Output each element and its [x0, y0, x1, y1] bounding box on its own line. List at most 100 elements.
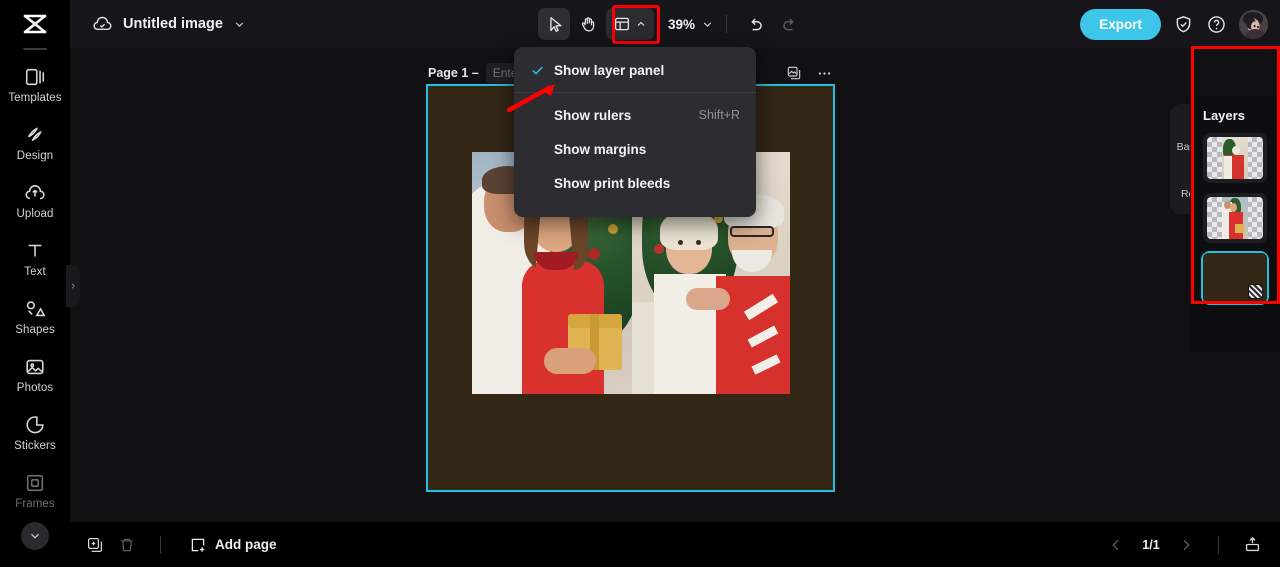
menu-item-show-rulers[interactable]: Show rulers Shift+R — [514, 98, 756, 132]
layers-panel: Layers — [1190, 96, 1280, 352]
bottom-left-actions: Add page — [86, 535, 277, 554]
eyeglasses — [730, 226, 774, 237]
sidebar-item-upload[interactable]: Upload — [0, 172, 70, 230]
export-button[interactable]: Export — [1080, 8, 1161, 40]
sidebar-item-shapes[interactable]: Shapes — [0, 288, 70, 346]
duplicate-page-icon[interactable] — [786, 65, 802, 81]
sidebar-item-text[interactable]: Text — [0, 230, 70, 288]
hand-tool-button[interactable] — [572, 8, 604, 40]
menu-label-show-layer-panel: Show layer panel — [554, 62, 665, 78]
trash-icon — [121, 538, 133, 551]
cursor-select-icon — [549, 16, 562, 32]
duplicate-button[interactable] — [86, 536, 104, 554]
menu-item-show-margins[interactable]: Show margins — [514, 132, 756, 166]
more-horizontal-icon[interactable] — [816, 65, 833, 82]
delete-button[interactable] — [118, 536, 136, 554]
zoom-control[interactable]: 39% — [668, 17, 714, 32]
chevron-right-icon — [71, 283, 75, 289]
document-name-group[interactable]: Untitled image — [92, 14, 246, 35]
sidebar-expand-handle[interactable] — [66, 265, 80, 307]
bottom-divider — [1218, 535, 1219, 554]
bottom-right-actions: 1/1 — [1108, 535, 1262, 554]
upload-cloud-icon — [25, 184, 45, 200]
top-right-actions: Export — [1080, 0, 1268, 48]
redo-icon — [782, 18, 794, 30]
layer-item-couple[interactable] — [1203, 193, 1267, 243]
bottom-toolbar: Add page 1/1 — [70, 522, 1280, 567]
page-label: Page 1 – — [428, 66, 479, 80]
select-tool-button[interactable] — [538, 8, 570, 40]
canvas-tools-group: 39% — [538, 0, 805, 48]
chevron-down-icon — [31, 533, 39, 539]
chevron-right-icon — [1183, 539, 1190, 550]
sidebar-item-design[interactable]: Design — [0, 114, 70, 172]
view-options-menu: Show layer panel Show rulers Shift+R Sho… — [514, 47, 756, 217]
design-icon — [27, 127, 42, 141]
sidebar-more-button[interactable] — [21, 522, 49, 550]
present-button[interactable] — [1243, 535, 1262, 554]
layer-thumbnail-image — [1221, 197, 1249, 239]
menu-label-show-margins: Show margins — [554, 141, 647, 157]
menu-item-show-layer-panel[interactable]: Show layer panel — [514, 53, 756, 87]
shapes-icon — [26, 301, 46, 316]
hand — [544, 348, 596, 374]
sidebar-label-text: Text — [24, 265, 46, 278]
background-swatch-icon — [1248, 284, 1263, 299]
chevron-up-icon — [637, 21, 645, 26]
undo-icon — [750, 18, 762, 30]
sidebar-label-shapes: Shapes — [15, 323, 55, 336]
layers-panel-title: Layers — [1203, 108, 1245, 123]
chevron-down-icon — [703, 21, 712, 27]
view-options-button[interactable] — [606, 8, 654, 40]
question-circle-icon[interactable] — [1206, 14, 1227, 35]
chevron-down-icon[interactable] — [233, 18, 246, 31]
templates-icon — [25, 68, 45, 85]
app-logo[interactable] — [0, 0, 70, 48]
capcut-editor-window: Templates Design Upload Text Shapes Phot… — [0, 0, 1280, 567]
sidebar-item-frames[interactable]: Frames — [0, 462, 70, 520]
user-avatar-icon — [1239, 9, 1268, 39]
stickers-icon — [26, 415, 44, 434]
avatar[interactable] — [1239, 9, 1268, 39]
sidebar-item-stickers[interactable]: Stickers — [0, 404, 70, 462]
duplicate-icon — [87, 537, 103, 552]
eye — [696, 240, 701, 245]
toolbar-divider — [726, 15, 728, 33]
sidebar-item-photos[interactable]: Photos — [0, 346, 70, 404]
present-upload-icon — [1245, 536, 1260, 552]
add-page-label: Add page — [215, 537, 277, 552]
layer-item-grandparents[interactable] — [1203, 133, 1267, 183]
menu-separator — [514, 92, 756, 93]
eye — [678, 240, 683, 245]
sidebar-label-frames: Frames — [15, 497, 55, 510]
ornament — [608, 224, 618, 234]
bottom-divider — [160, 535, 161, 554]
sidebar-label-templates: Templates — [8, 91, 62, 104]
menu-label-show-rulers: Show rulers — [554, 107, 632, 123]
check-icon — [530, 63, 554, 78]
shield-check-icon[interactable] — [1173, 14, 1194, 35]
sidebar-label-upload: Upload — [16, 207, 54, 220]
prev-page-button[interactable] — [1108, 537, 1124, 553]
layer-thumbnail-image — [1221, 137, 1249, 179]
page-header-actions — [786, 65, 833, 82]
next-page-button[interactable] — [1178, 537, 1194, 553]
layer-thumbnail — [1207, 137, 1263, 179]
logo-divider — [23, 48, 47, 50]
sidebar-item-templates[interactable]: Templates — [0, 56, 70, 114]
menu-item-show-print-bleeds[interactable]: Show print bleeds — [514, 166, 756, 200]
add-page-icon — [191, 538, 205, 552]
undo-button[interactable] — [739, 8, 771, 40]
zoom-value: 39% — [668, 16, 696, 32]
hand-pan-icon — [581, 16, 594, 31]
frames-icon — [26, 474, 44, 491]
chevron-left-icon — [1112, 539, 1119, 550]
arm-hand — [686, 288, 730, 310]
layer-item-background[interactable] — [1201, 251, 1269, 305]
top-toolbar: Untitled image 39% Export — [70, 0, 1280, 48]
redo-button[interactable] — [773, 8, 805, 40]
menu-shortcut-show-rulers: Shift+R — [698, 108, 740, 122]
add-page-button[interactable]: Add page — [189, 536, 277, 554]
layer-thumbnail — [1207, 197, 1263, 239]
photos-icon — [26, 359, 44, 374]
